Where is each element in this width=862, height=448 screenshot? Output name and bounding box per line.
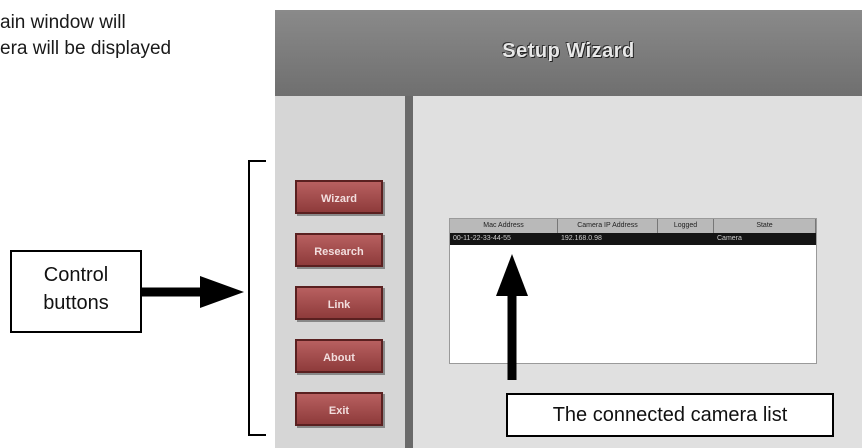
annotation-arrows xyxy=(142,254,528,380)
right-arrow-icon xyxy=(142,276,244,308)
callout-line-1: Control xyxy=(43,264,109,286)
up-arrow-icon xyxy=(496,254,528,380)
control-buttons-callout: Control buttons xyxy=(10,250,142,333)
callout-line-2: buttons xyxy=(43,292,109,314)
camera-list-callout: The connected camera list xyxy=(506,393,834,437)
